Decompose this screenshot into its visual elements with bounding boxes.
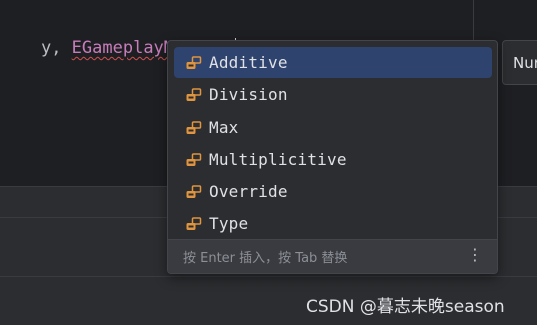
code-token-prefix: y, bbox=[40, 38, 72, 58]
completion-item-label: Max bbox=[209, 118, 239, 137]
completion-footer: 按 Enter 插入，按 Tab 替换 ⋮ bbox=[168, 239, 497, 273]
enum-member-icon bbox=[186, 184, 204, 200]
completion-item[interactable]: Multiplicitive bbox=[174, 144, 492, 175]
completion-item[interactable]: Division bbox=[174, 79, 492, 110]
completion-footer-hint: 按 Enter 插入，按 Tab 替换 bbox=[183, 251, 348, 266]
enum-member-icon bbox=[186, 55, 204, 71]
enum-member-icon bbox=[186, 216, 204, 232]
completion-popup[interactable]: Additive Division Max Multiplicitive Overrid… bbox=[167, 40, 498, 274]
enum-member-icon bbox=[186, 120, 204, 136]
code-line[interactable]: y, EGameplayModOp::) bbox=[0, 12, 247, 58]
completion-item-label: Type bbox=[209, 214, 249, 233]
completion-item[interactable]: Max bbox=[174, 112, 492, 143]
completion-item-label: Division bbox=[209, 85, 288, 104]
completion-item[interactable]: Override bbox=[174, 176, 492, 207]
completion-item-label: Override bbox=[209, 182, 288, 201]
enum-member-icon bbox=[186, 87, 204, 103]
watermark: CSDN @暮志未晚season bbox=[306, 297, 505, 317]
more-options-icon[interactable]: ⋮ bbox=[467, 245, 483, 264]
completion-item[interactable]: Type bbox=[174, 208, 492, 239]
panel-divider bbox=[0, 276, 537, 277]
completion-item[interactable]: Additive bbox=[174, 47, 492, 78]
completion-item-label: Additive bbox=[209, 53, 288, 72]
parameter-hint-popup: Nur bbox=[502, 40, 537, 85]
completion-item-label: Multiplicitive bbox=[209, 150, 347, 169]
enum-member-icon bbox=[186, 152, 204, 168]
